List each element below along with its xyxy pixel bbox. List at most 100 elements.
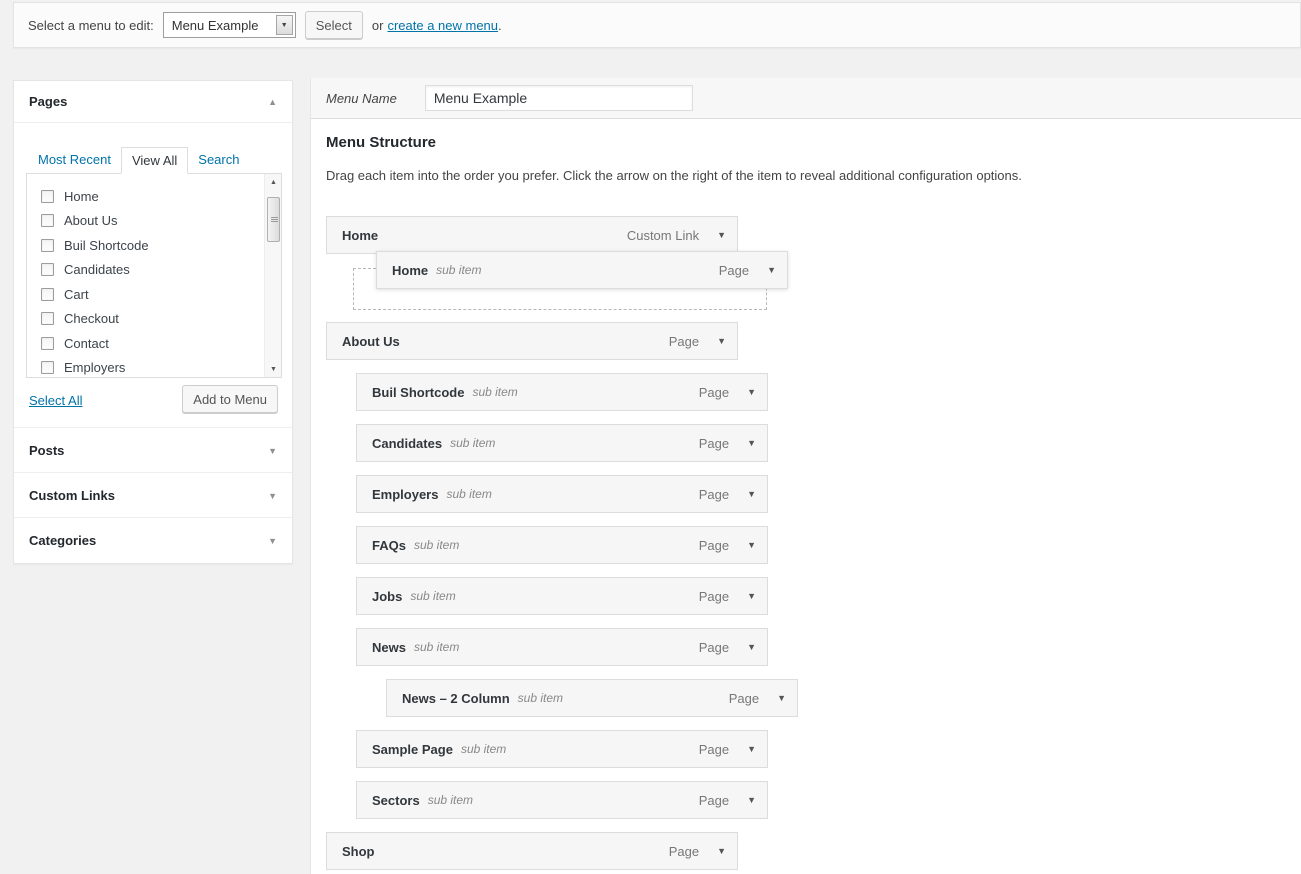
checkbox-unchecked-icon[interactable] [41,312,54,325]
menu-item-title: Home [392,263,428,278]
accordion-title: Categories [29,533,96,548]
checkbox-unchecked-icon[interactable] [41,288,54,301]
create-new-menu-link[interactable]: create a new menu [387,18,498,33]
menu-item-title: Sectors [372,793,420,808]
chevron-down-icon[interactable]: ▼ [268,446,277,456]
page-checkbox-row[interactable]: Employers [41,356,281,379]
scroll-down-icon[interactable]: ▼ [265,361,282,377]
scrollbar-thumb[interactable] [267,197,280,242]
accordion-header[interactable]: Categories ▼ [14,518,292,563]
pages-tab-most-recent[interactable]: Most Recent [28,147,121,174]
menu-item-handle[interactable]: Jobs sub item Page ▼ [356,577,768,615]
chevron-down-icon[interactable]: ▼ [747,744,756,754]
chevron-down-icon[interactable]: ▼ [747,438,756,448]
chevron-down-icon[interactable]: ▼ [767,265,776,275]
page-checkbox-row[interactable]: Home [41,184,281,209]
accordion-title: Custom Links [29,488,115,503]
menu-item-title: Shop [342,844,375,859]
add-to-menu-button[interactable]: Add to Menu [182,385,278,413]
menu-select-value: Menu Example [164,18,274,33]
chevron-up-icon[interactable]: ▲ [268,97,277,107]
menu-item-type-label: Page [699,640,729,655]
menu-item-handle[interactable]: Home Custom Link ▼ [326,216,738,254]
menu-item-handle[interactable]: Candidates sub item Page ▼ [356,424,768,462]
page-item-label: Buil Shortcode [64,238,149,253]
menu-item-subitem-label: sub item [446,487,491,501]
page-checkbox-row[interactable]: Buil Shortcode [41,233,281,258]
dropdown-arrow-icon[interactable]: ▼ [276,15,293,35]
menu-name-input[interactable] [425,85,693,111]
chevron-down-icon[interactable]: ▼ [717,230,726,240]
checkbox-unchecked-icon[interactable] [41,214,54,227]
checkbox-unchecked-icon[interactable] [41,263,54,276]
pages-tab-search[interactable]: Search [188,147,249,174]
page-checkbox-row[interactable]: Candidates [41,258,281,283]
menu-item-title: Home [342,228,378,243]
menu-item-title: About Us [342,334,400,349]
menu-name-bar: Menu Name [311,78,1301,119]
pages-tabs: Most RecentView AllSearch [28,147,249,174]
menu-edit-panel: Menu Name Menu Structure Drag each item … [310,78,1301,874]
page-item-label: Home [64,189,99,204]
accordion-header[interactable]: Custom Links ▼ [14,473,292,518]
menu-item-type-label: Custom Link [627,228,699,243]
menu-item-handle[interactable]: Employers sub item Page ▼ [356,475,768,513]
chevron-down-icon[interactable]: ▼ [777,693,786,703]
scroll-up-icon[interactable]: ▲ [265,174,282,190]
page-item-label: Candidates [64,262,130,277]
accordion-header[interactable]: Posts ▼ [14,428,292,473]
page-item-label: About Us [64,213,117,228]
menu-item-subitem-label: sub item [450,436,495,450]
menu-item-type-label: Page [699,589,729,604]
select-menu-label: Select a menu to edit: [28,18,154,33]
menu-item-title: Sample Page [372,742,453,757]
page-checkbox-row[interactable]: About Us [41,209,281,234]
scrollbar[interactable]: ▲ ▼ [264,174,281,377]
menu-item-subitem-label: sub item [428,793,473,807]
chevron-down-icon[interactable]: ▼ [717,846,726,856]
menu-item-handle[interactable]: News sub item Page ▼ [356,628,768,666]
page-item-label: Contact [64,336,109,351]
menu-item-title: News – 2 Column [402,691,510,706]
menu-item-handle[interactable]: Buil Shortcode sub item Page ▼ [356,373,768,411]
menu-item-type-label: Page [669,844,699,859]
chevron-down-icon[interactable]: ▼ [268,536,277,546]
page-checkbox-row[interactable]: Cart [41,282,281,307]
pages-accordion-header[interactable]: Pages ▲ [14,81,292,123]
chevron-down-icon[interactable]: ▼ [747,387,756,397]
menu-select-dropdown[interactable]: Menu Example ▼ [163,12,296,38]
chevron-down-icon[interactable]: ▼ [747,540,756,550]
menu-item-type-label: Page [699,436,729,451]
manage-menus-bar: Select a menu to edit: Menu Example ▼ Se… [13,2,1301,48]
menu-item-type-label: Page [699,742,729,757]
checkbox-unchecked-icon[interactable] [41,361,54,374]
checkbox-unchecked-icon[interactable] [41,337,54,350]
menu-item-handle[interactable]: Sample Page sub item Page ▼ [356,730,768,768]
page-checkbox-row[interactable]: Contact [41,331,281,356]
menu-item-handle[interactable]: Shop Page ▼ [326,832,738,870]
checkbox-unchecked-icon[interactable] [41,239,54,252]
chevron-down-icon[interactable]: ▼ [747,489,756,499]
menu-item-subitem-label: sub item [472,385,517,399]
chevron-down-icon[interactable]: ▼ [268,491,277,501]
select-all-link[interactable]: Select All [29,393,82,408]
chevron-down-icon[interactable]: ▼ [717,336,726,346]
menu-item-handle[interactable]: News – 2 Column sub item Page ▼ [386,679,798,717]
chevron-down-icon[interactable]: ▼ [747,642,756,652]
menu-item-title: FAQs [372,538,406,553]
select-button[interactable]: Select [305,11,363,39]
menu-item-handle[interactable]: Sectors sub item Page ▼ [356,781,768,819]
menu-item-title: Employers [372,487,438,502]
accordion-section-categories: Categories ▼ [14,518,292,563]
pages-tab-view-all[interactable]: View All [121,147,188,174]
chevron-down-icon[interactable]: ▼ [747,591,756,601]
menu-item-handle[interactable]: Home sub item Page ▼ [376,251,788,289]
checkbox-unchecked-icon[interactable] [41,190,54,203]
menu-item-title: Candidates [372,436,442,451]
menu-item-subitem-label: sub item [518,691,563,705]
menu-item-handle[interactable]: FAQs sub item Page ▼ [356,526,768,564]
chevron-down-icon[interactable]: ▼ [747,795,756,805]
page-checkbox-row[interactable]: Checkout [41,307,281,332]
pages-section: Pages ▲ Most RecentView AllSearch Home A… [14,81,292,428]
menu-item-handle[interactable]: About Us Page ▼ [326,322,738,360]
